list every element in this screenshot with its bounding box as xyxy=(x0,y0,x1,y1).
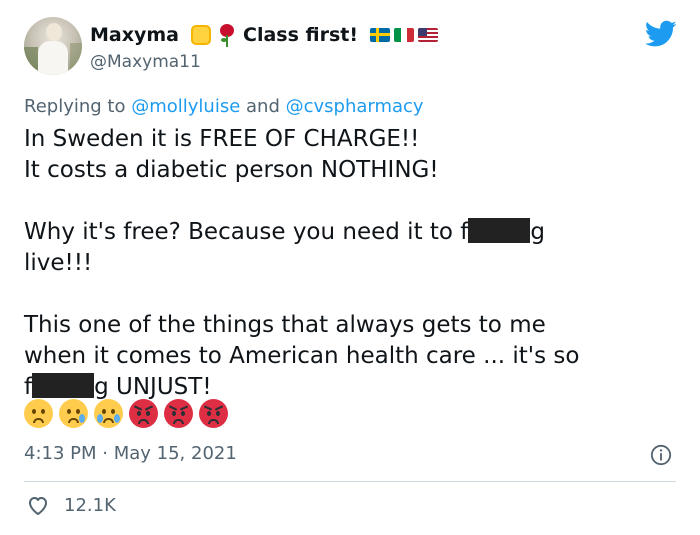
angry-face-icon xyxy=(164,399,193,428)
italy-flag-icon xyxy=(394,28,415,42)
avatar-figure-head xyxy=(46,23,62,41)
timestamp-separator: · xyxy=(96,443,114,464)
author-display-name-suffix: Class first! xyxy=(243,24,359,46)
replying-to-joiner: and xyxy=(240,96,286,117)
replying-to-prefix: Replying to xyxy=(24,96,132,117)
emoji-row xyxy=(24,399,228,428)
author-display-name[interactable]: Maxyma xyxy=(90,24,179,46)
redaction-bar xyxy=(468,218,531,243)
tweet-timestamp[interactable]: 4:13 PM · May 15, 2021 xyxy=(24,443,237,464)
tweet-line-part: Why it's free? Because you need it to f xyxy=(24,219,469,245)
tweet-text: In Sweden it is FREE OF CHARGE!! It cost… xyxy=(24,124,664,403)
raised-fist-icon xyxy=(191,25,211,45)
twitter-bird-icon[interactable] xyxy=(645,20,677,48)
author-handle[interactable]: @Maxyma11 xyxy=(90,52,201,72)
avatar[interactable] xyxy=(24,17,82,75)
tweet-line-part: g xyxy=(530,219,546,245)
tweet-line: Why it's free? Because you need it to f g xyxy=(24,217,664,248)
like-action[interactable]: 12.1K xyxy=(26,494,116,516)
worried-face-icon xyxy=(24,399,53,428)
avatar-background xyxy=(24,47,38,75)
angry-face-icon xyxy=(199,399,228,428)
sad-relieved-face-icon xyxy=(59,399,88,428)
tweet-line: It costs a diabetic person NOTHING! xyxy=(24,157,439,183)
avatar-background xyxy=(70,43,82,75)
flags-group xyxy=(370,28,439,42)
tweet-line-part: f xyxy=(24,374,33,400)
tweet-time: 4:13 PM xyxy=(24,443,97,464)
author-name-row[interactable]: Maxyma Class first! xyxy=(90,22,439,48)
tweet-line: when it comes to American health care ..… xyxy=(24,343,580,369)
like-count: 12.1K xyxy=(64,494,116,516)
avatar-figure-body xyxy=(38,41,68,75)
tweet-line-part: g UNJUST! xyxy=(94,374,212,400)
tweet-line: In Sweden it is FREE OF CHARGE!! xyxy=(24,126,420,152)
usa-flag-icon xyxy=(418,28,439,42)
sweden-flag-icon xyxy=(370,28,391,42)
divider xyxy=(24,481,676,482)
mention-link-cvspharmacy[interactable]: @cvspharmacy xyxy=(286,96,424,117)
heart-icon[interactable] xyxy=(26,494,50,516)
info-icon[interactable] xyxy=(650,444,672,466)
tweet-line: This one of the things that always gets … xyxy=(24,312,546,338)
tweet-line: live!!! xyxy=(24,250,93,276)
crying-face-icon xyxy=(94,399,123,428)
tweet-date: May 15, 2021 xyxy=(113,443,237,464)
mention-link-mollyluise[interactable]: @mollyluise xyxy=(131,96,240,117)
angry-face-icon xyxy=(129,399,158,428)
replying-to-line: Replying to @mollyluise and @cvspharmacy xyxy=(24,96,424,117)
redaction-bar xyxy=(32,373,95,398)
rose-icon xyxy=(219,23,235,47)
